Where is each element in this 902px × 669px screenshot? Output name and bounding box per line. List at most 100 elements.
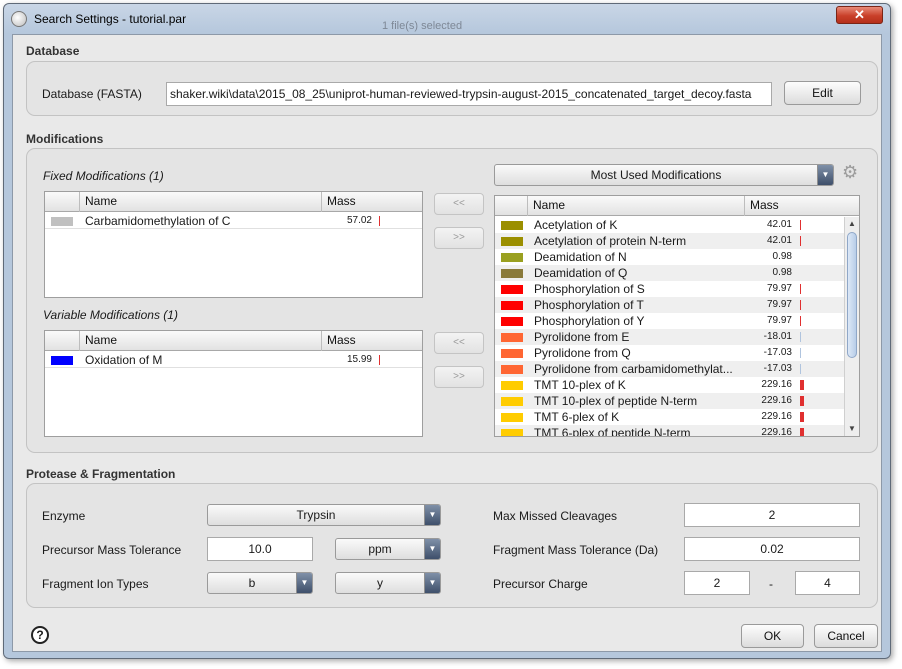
variable-modifications-title: Variable Modifications (1) — [43, 308, 178, 322]
mass-indicator-bar — [800, 428, 804, 436]
precursor-charge-max-input[interactable]: 4 — [795, 571, 860, 595]
modification-name: Oxidation of M — [85, 353, 163, 367]
name-column-header[interactable]: Name — [528, 196, 745, 216]
modification-mass: 15.99 — [346, 354, 372, 365]
modification-color-swatch — [501, 413, 523, 422]
modification-mass: 229.16 — [761, 411, 792, 422]
modification-name: TMT 10-plex of K — [534, 378, 626, 392]
modification-color-swatch — [501, 365, 523, 374]
modification-name: Phosphorylation of T — [534, 298, 644, 312]
edit-database-button[interactable]: Edit — [784, 81, 861, 105]
modification-mass: 229.16 — [761, 379, 792, 390]
available-modifications-scrollbar[interactable]: ▲ ▼ — [844, 217, 859, 436]
title-bar[interactable]: Search Settings - tutorial.par 1 file(s)… — [4, 4, 890, 34]
protease-panel: Enzyme Trypsin ▼ Precursor Mass Toleranc… — [26, 483, 878, 608]
mass-column-header[interactable]: Mass — [322, 331, 422, 351]
table-row[interactable]: TMT 10-plex of K 229.16 — [495, 377, 859, 393]
fixed-modifications-title: Fixed Modifications (1) — [43, 169, 164, 183]
fragment-ion-type-2-value: y — [377, 576, 383, 590]
variable-modifications-table[interactable]: Name Mass Oxidation of M 15.99 — [44, 330, 423, 437]
scroll-up-icon[interactable]: ▲ — [845, 217, 859, 231]
app-icon — [11, 11, 27, 27]
modification-mass: -18.01 — [763, 331, 792, 342]
database-panel: Database (FASTA) shaker.wiki\data\2015_0… — [26, 61, 878, 116]
ok-button[interactable]: OK — [741, 624, 804, 648]
mass-indicator-bar — [800, 412, 804, 422]
modification-color-swatch — [501, 237, 523, 246]
fragment-ion-type-1-select[interactable]: b ▼ — [207, 572, 313, 594]
precursor-charge-min-input[interactable]: 2 — [684, 571, 750, 595]
color-column-header — [495, 196, 528, 216]
mass-column-header[interactable]: Mass — [745, 196, 859, 216]
cancel-button[interactable]: Cancel — [814, 624, 878, 648]
database-section-title: Database — [26, 44, 80, 58]
mass-column-header[interactable]: Mass — [322, 192, 422, 212]
close-button[interactable]: ✕ — [836, 6, 883, 24]
available-modifications-table[interactable]: Name Mass Acetylation of K 42.01 Acetylati… — [494, 195, 860, 437]
database-fasta-field[interactable]: shaker.wiki\data\2015_08_25\uniprot-huma… — [166, 82, 772, 106]
modification-color-swatch — [501, 301, 523, 310]
modification-mass: 42.01 — [766, 235, 792, 246]
fragment-ion-types-label: Fragment Ion Types — [42, 577, 149, 591]
mass-indicator-bar — [800, 220, 801, 230]
add-variable-modification-button[interactable]: >> — [434, 366, 484, 388]
mass-indicator-bar — [800, 348, 801, 358]
charge-range-separator: - — [769, 577, 773, 591]
modifications-section-title: Modifications — [26, 132, 104, 146]
modification-mass: 0.98 — [772, 251, 792, 262]
remove-variable-modification-button[interactable]: << — [434, 332, 484, 354]
table-row[interactable]: Deamidation of N 0.98 — [495, 249, 859, 265]
protease-section-title: Protease & Fragmentation — [26, 467, 176, 481]
name-column-header[interactable]: Name — [80, 331, 322, 351]
color-column-header — [45, 331, 80, 351]
scroll-down-icon[interactable]: ▼ — [845, 422, 859, 436]
scrollbar-thumb[interactable] — [847, 232, 857, 358]
table-row[interactable]: TMT 6-plex of peptide N-term 229.16 — [495, 425, 859, 436]
chevron-down-icon: ▼ — [424, 573, 440, 593]
chevron-down-icon: ▼ — [817, 165, 833, 185]
table-row[interactable]: Phosphorylation of S 79.97 — [495, 281, 859, 297]
mass-indicator-bar — [379, 355, 380, 365]
add-fixed-modification-button[interactable]: >> — [434, 227, 484, 249]
table-row[interactable]: Acetylation of protein N-term 42.01 — [495, 233, 859, 249]
mass-indicator-bar — [800, 236, 801, 246]
table-row[interactable]: Pyrolidone from carbamidomethylat... -17.… — [495, 361, 859, 377]
remove-fixed-modification-button[interactable]: << — [434, 193, 484, 215]
modification-mass: 42.01 — [766, 219, 792, 230]
table-row[interactable]: Phosphorylation of Y 79.97 — [495, 313, 859, 329]
search-settings-window: Search Settings - tutorial.par 1 file(s)… — [3, 3, 891, 659]
modification-name: Carbamidomethylation of C — [85, 214, 231, 228]
modification-color-swatch — [501, 349, 523, 358]
modification-list-selector[interactable]: Most Used Modifications ▼ — [494, 164, 834, 186]
fragment-tolerance-label: Fragment Mass Tolerance (Da) — [493, 543, 659, 557]
table-row[interactable]: Acetylation of K 42.01 — [495, 217, 859, 233]
modification-name: Phosphorylation of S — [534, 282, 645, 296]
fragment-ion-type-2-select[interactable]: y ▼ — [335, 572, 441, 594]
enzyme-select[interactable]: Trypsin ▼ — [207, 504, 441, 526]
gear-icon[interactable]: ⚙ — [842, 162, 858, 183]
precursor-tolerance-input[interactable]: 10.0 — [207, 537, 313, 561]
table-header: Name Mass — [45, 192, 422, 212]
modification-name: Deamidation of Q — [534, 266, 628, 280]
table-row[interactable]: TMT 6-plex of K 229.16 — [495, 409, 859, 425]
mass-indicator-bar — [800, 284, 801, 294]
modification-mass: -17.03 — [763, 363, 792, 374]
modification-color-swatch — [501, 333, 523, 342]
name-column-header[interactable]: Name — [80, 192, 322, 212]
table-row[interactable]: TMT 10-plex of peptide N-term 229.16 — [495, 393, 859, 409]
table-row[interactable]: Pyrolidone from E -18.01 — [495, 329, 859, 345]
modification-name: Acetylation of protein N-term — [534, 234, 687, 248]
fragment-tolerance-input[interactable]: 0.02 — [684, 537, 860, 561]
max-missed-cleavages-input[interactable]: 2 — [684, 503, 860, 527]
mass-indicator-bar — [800, 332, 801, 342]
fixed-modifications-table[interactable]: Name Mass Carbamidomethylation of C 57.02 — [44, 191, 423, 298]
help-icon[interactable]: ? — [31, 626, 49, 644]
table-row[interactable]: Carbamidomethylation of C 57.02 — [45, 213, 422, 229]
table-row[interactable]: Deamidation of Q 0.98 — [495, 265, 859, 281]
table-row[interactable]: Pyrolidone from Q -17.03 — [495, 345, 859, 361]
table-row[interactable]: Phosphorylation of T 79.97 — [495, 297, 859, 313]
table-row[interactable]: Oxidation of M 15.99 — [45, 352, 422, 368]
precursor-tolerance-unit-select[interactable]: ppm ▼ — [335, 538, 441, 560]
fragment-ion-type-1-value: b — [248, 576, 256, 590]
modification-name: Pyrolidone from Q — [534, 346, 631, 360]
